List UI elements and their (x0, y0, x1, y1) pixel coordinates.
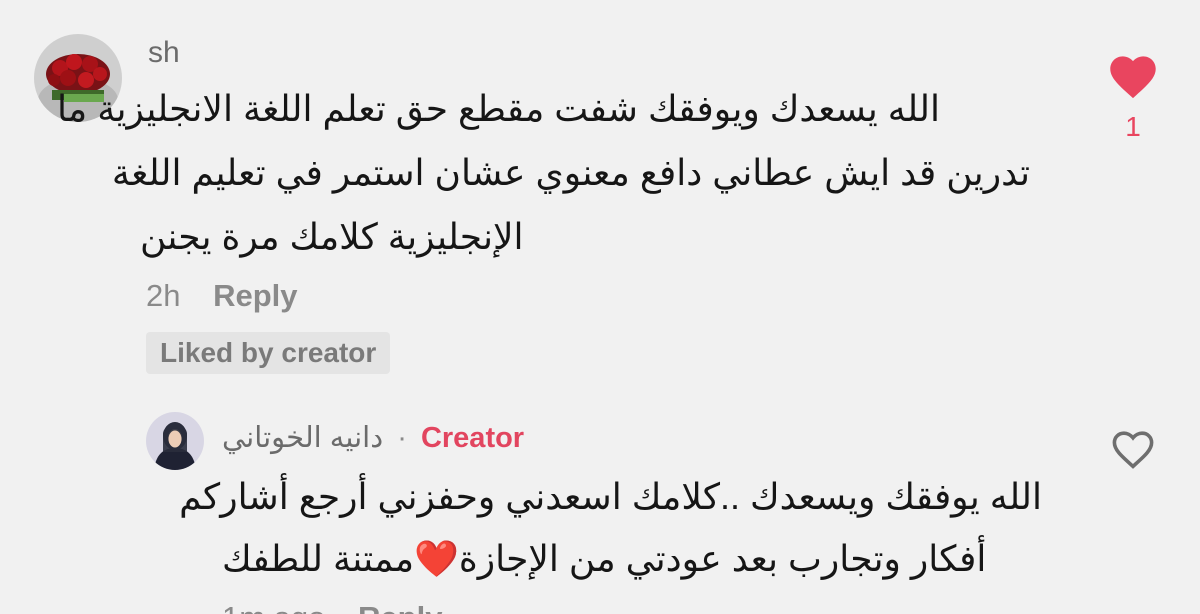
comment-time: 1m ago (222, 600, 325, 614)
like-control[interactable]: 1 (1104, 50, 1162, 143)
reply-button[interactable]: Reply (213, 278, 297, 313)
comment-text-line: تدرين قد ايش عطاني دافع معنوي عشان استمر… (111, 152, 1030, 193)
creator-username-row: دانيه الخوتاني · Creator (222, 420, 524, 455)
creator-avatar-image (146, 412, 204, 470)
comment-text-line: الله يسعدك ويوفقك شفت مقطع حق تعلم اللغة… (56, 88, 940, 129)
comment-text-line: الله يوفقك ويسعدك ..كلامك اسعدني وحفزني … (179, 476, 1042, 517)
comment-username[interactable]: دانيه الخوتاني (222, 422, 383, 454)
avatar[interactable] (146, 412, 204, 470)
reply-button[interactable]: Reply (358, 600, 442, 614)
separator-dot: · (397, 422, 407, 454)
comment-username[interactable]: sh (148, 36, 180, 70)
like-count: 1 (1125, 111, 1141, 142)
creator-badge: Creator (420, 422, 525, 454)
like-control[interactable] (1108, 426, 1158, 475)
comment-item: sh الله يسعدك ويوفقك شفت مقطع حق تعلم ال… (0, 0, 1200, 390)
comments-screen: sh الله يسعدك ويوفقك شفت مقطع حق تعلم ال… (0, 0, 1200, 614)
comment-text-line: أفكار وتجارب بعد عودتي من الإجازة❤️ممتنة… (222, 538, 987, 579)
reply-comment-item: دانيه الخوتاني · Creator الله يوفقك ويسع… (0, 390, 1200, 614)
comment-meta: 2h Reply (146, 278, 298, 314)
comment-time: 2h (146, 278, 181, 313)
heart-outline-icon[interactable] (1108, 426, 1158, 470)
liked-by-creator-badge: Liked by creator (146, 332, 391, 374)
comment-text-line: الإنجليزية كلامك مرة يجنن (140, 216, 524, 257)
heart-filled-icon[interactable] (1105, 50, 1161, 100)
comment-meta: 1m ago Reply (222, 600, 442, 614)
